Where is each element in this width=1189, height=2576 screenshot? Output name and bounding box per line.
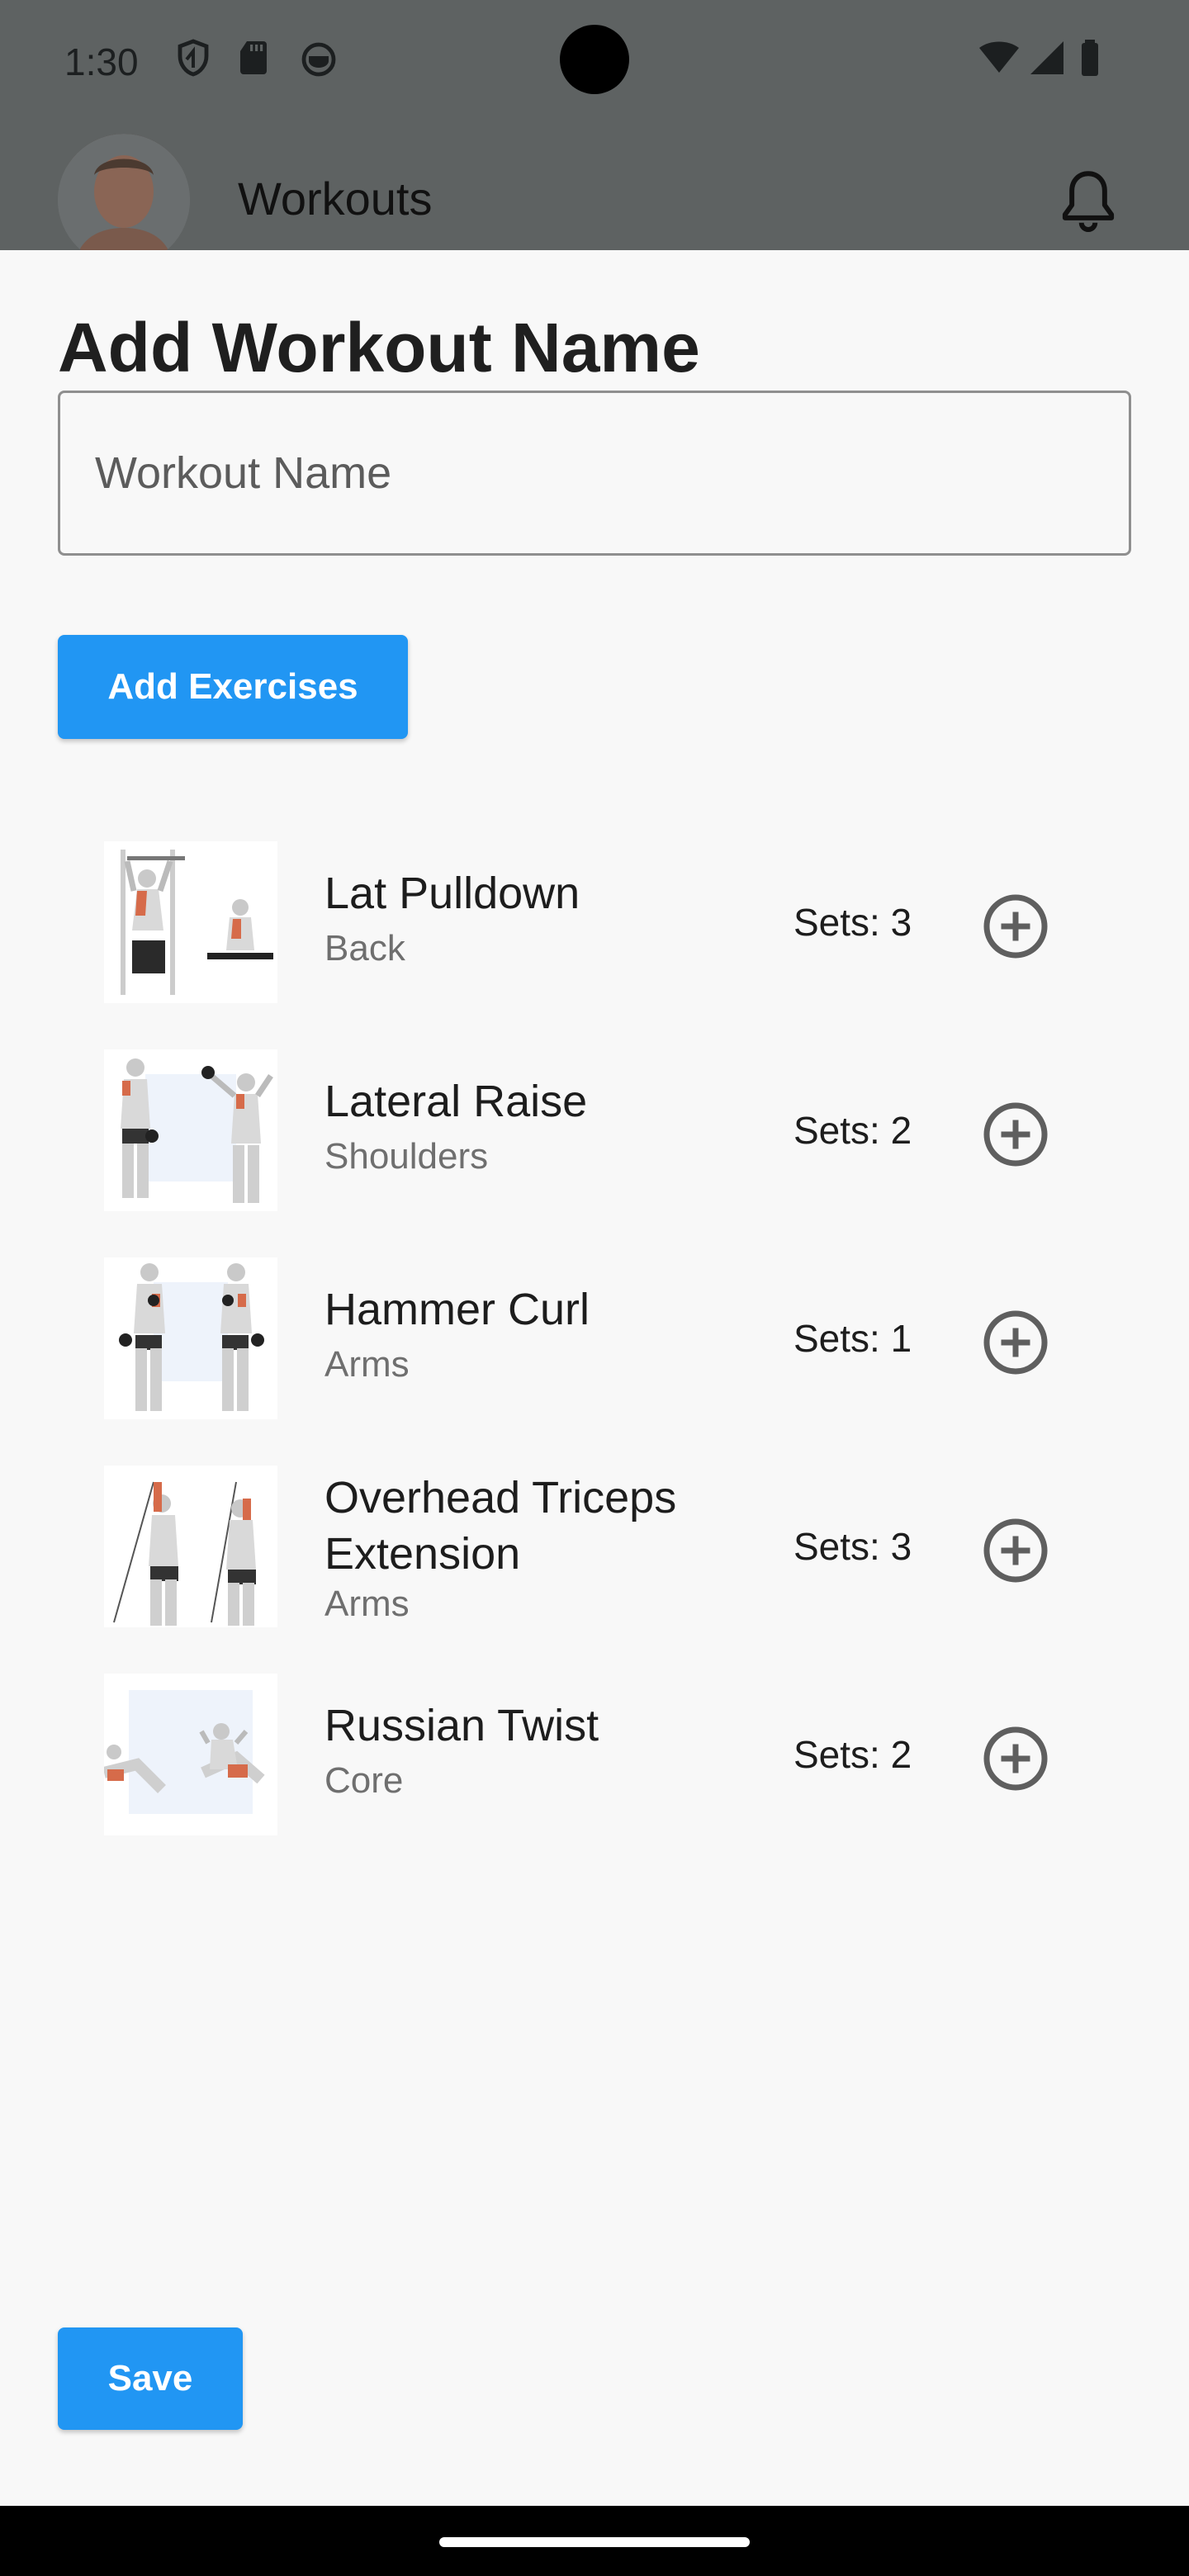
bell-icon[interactable]	[1055, 167, 1121, 238]
exercise-category: Back	[324, 928, 405, 968]
exercise-thumbnail	[104, 1466, 277, 1627]
exercise-name: Lateral Raise	[324, 1077, 588, 1126]
add-circle-icon[interactable]	[981, 1516, 1050, 1585]
add-circle-icon[interactable]	[981, 1724, 1050, 1793]
exercise-sets: Sets: 2	[793, 1109, 912, 1152]
workout-name-placeholder: Workout Name	[95, 448, 392, 498]
shield-icon	[178, 39, 209, 77]
exercise-sets: Sets: 1	[793, 1317, 912, 1360]
workout-name-input[interactable]: Workout Name	[58, 391, 1131, 556]
save-button[interactable]: Save	[58, 2327, 243, 2430]
exercise-thumbnail	[104, 1674, 277, 1835]
home-gesture-handle[interactable]	[439, 2537, 750, 2547]
exercise-category: Shoulders	[324, 1136, 489, 1177]
exercise-name: Hammer Curl	[324, 1285, 590, 1334]
exercise-row-russian-twist[interactable]: Russian Twist Core Sets: 2	[0, 1664, 1189, 1873]
exercise-row-lat-pulldown[interactable]: Lat Pulldown Back Sets: 3	[0, 832, 1189, 1040]
exercise-thumbnail	[104, 1049, 277, 1211]
status-time: 1:30	[64, 40, 139, 83]
add-circle-icon[interactable]	[981, 1100, 1050, 1169]
sd-card-icon	[240, 41, 267, 74]
sheet-title: Add Workout Name	[58, 309, 700, 386]
add-circle-icon[interactable]	[981, 892, 1050, 961]
status-bar: 1:30	[0, 0, 1189, 124]
exercise-thumbnail	[104, 841, 277, 1003]
exercise-name: Lat Pulldown	[324, 869, 580, 918]
exercise-sets: Sets: 2	[793, 1733, 912, 1776]
add-workout-sheet: Add Workout Name Workout Name Add Exerci…	[0, 250, 1189, 2506]
exercise-row-lateral-raise[interactable]: Lateral Raise Shoulders Sets: 2	[0, 1040, 1189, 1248]
signal-icon	[1030, 41, 1063, 74]
system-navigation-bar	[0, 2506, 1189, 2576]
exercise-category: Arms	[324, 1584, 410, 1624]
wifi-icon	[979, 41, 1019, 73]
add-circle-icon[interactable]	[981, 1308, 1050, 1377]
exercise-sets: Sets: 3	[793, 1525, 912, 1568]
exercise-category: Arms	[324, 1344, 410, 1385]
add-exercises-button[interactable]: Add Exercises	[58, 635, 408, 739]
exercise-thumbnail	[104, 1257, 277, 1419]
app-header: Workouts	[0, 124, 1189, 266]
header-title: Workouts	[238, 173, 433, 225]
exercise-row-overhead-triceps-extension[interactable]: Overhead Triceps Extension Arms Sets: 3	[0, 1456, 1189, 1664]
exercise-sets: Sets: 3	[793, 901, 912, 944]
exercise-name: Overhead Triceps Extension	[324, 1473, 677, 1579]
front-camera	[560, 25, 629, 94]
battery-icon	[1082, 40, 1098, 76]
exercise-row-hammer-curl[interactable]: Hammer Curl Arms Sets: 1	[0, 1248, 1189, 1456]
exercise-category: Core	[324, 1760, 404, 1801]
avatar[interactable]	[58, 134, 190, 266]
exercise-name: Russian Twist	[324, 1701, 599, 1750]
cat-icon	[301, 42, 336, 77]
